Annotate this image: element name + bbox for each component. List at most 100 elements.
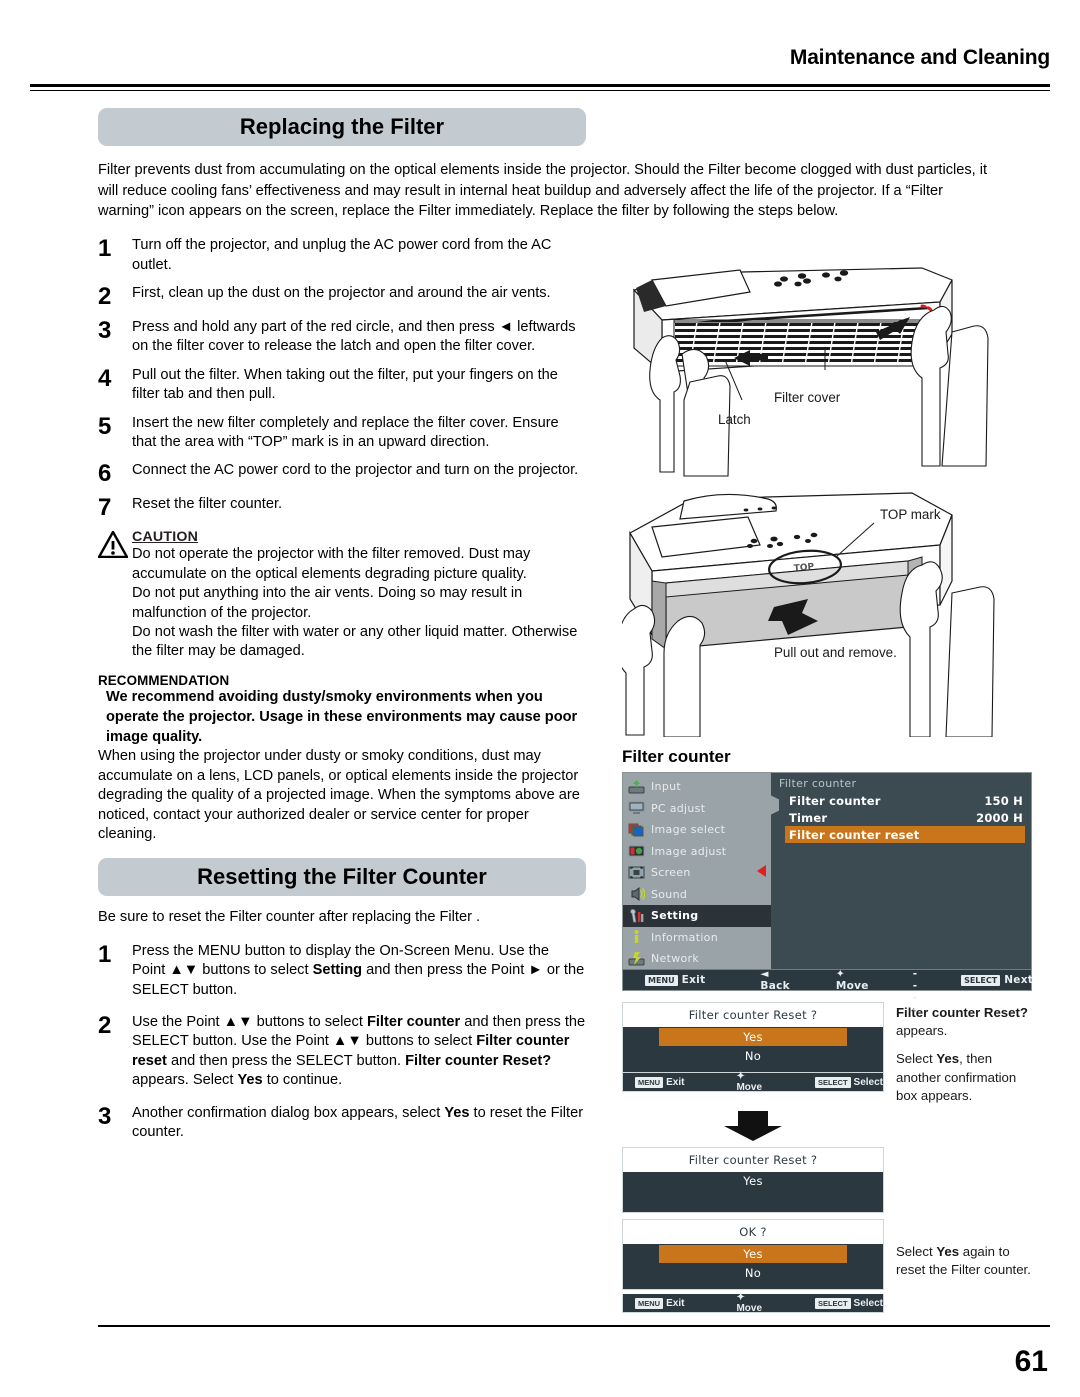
osd-footer-label: ◄ Back xyxy=(760,968,790,992)
recommendation-bold-text: We recommend avoiding dusty/smoky enviro… xyxy=(106,688,578,745)
caution-block: CAUTION Do not operate the projector wit… xyxy=(97,529,586,661)
dialog-option-no[interactable]: No xyxy=(623,1264,883,1282)
note-emphasis: Yes xyxy=(936,1244,960,1260)
label-filter-cover: Filter cover xyxy=(774,390,841,405)
sidebar-item-network[interactable]: Network xyxy=(623,948,771,970)
osd-panel: Filter counter Filter counter 150 H Time… xyxy=(770,773,1031,969)
step-text: Press the MENU button to display the On-… xyxy=(132,942,586,1000)
dialog-footer-move[interactable]: ✦ Move xyxy=(736,1292,773,1314)
caution-line: Do not operate the projector with the fi… xyxy=(132,546,531,582)
step-number: 5 xyxy=(98,412,112,440)
list-item: 6 Connect the AC power cord to the proje… xyxy=(98,461,586,486)
note-text: Select xyxy=(896,1244,937,1260)
label-pull-out-remove: Pull out and remove. xyxy=(774,645,897,660)
sidebar-item-label: Information xyxy=(651,930,718,944)
step-text: First, clean up the dust on the projecto… xyxy=(132,284,551,301)
caution-line: Do not wash the filter with water or any… xyxy=(132,624,578,660)
sidebar-item-information[interactable]: Information xyxy=(623,927,771,949)
monitor-icon xyxy=(628,800,645,816)
osd-footer-move[interactable]: ✦ Move xyxy=(836,968,869,992)
step-text: Connect the AC power cord to the project… xyxy=(132,462,579,479)
ok-confirm-dialog[interactable]: OK ? Yes No xyxy=(622,1219,884,1291)
selection-arrow-icon xyxy=(757,865,766,877)
projector-filter-removal-illustration: TOP TOP mark Pull out and remove. xyxy=(622,489,1046,737)
list-item: 4 Pull out the filter. When taking out t… xyxy=(98,366,586,405)
step-text-emphasis: Setting xyxy=(312,962,363,979)
sidebar-item-setting[interactable]: Setting xyxy=(623,865,771,927)
note-select-yes-again: Select Yes again to reset the Filter cou… xyxy=(896,1147,1038,1313)
right-content-column: Filter cover Latch TOP TOP mark Pull out… xyxy=(622,262,1046,1314)
list-item: 1 Press the MENU button to display the O… xyxy=(98,942,586,1000)
menu-key-badge: MENU xyxy=(635,1076,664,1088)
sidebar-item-screen[interactable]: Screen xyxy=(623,862,771,884)
osd-row-filter-counter-reset[interactable]: Filter counter reset xyxy=(785,826,1025,843)
recommendation-title: RECOMMENDATION xyxy=(98,672,230,688)
sidebar-item-image-adjust[interactable]: Image adjust xyxy=(623,841,771,863)
reset-counter-steps: 1 Press the MENU button to display the O… xyxy=(98,942,586,1143)
dialog-option-no[interactable]: No xyxy=(623,1047,883,1065)
dialog-footer-move[interactable]: ✦ Move xyxy=(736,1071,773,1093)
osd-row-value: 2000 H xyxy=(976,810,1023,825)
osd-footer-label: Exit xyxy=(681,974,706,986)
warning-triangle-icon xyxy=(97,529,132,661)
osd-sidebar: Input PC adjust Image select Image adjus… xyxy=(623,773,771,969)
dialog-footer-exit[interactable]: MENU Exit xyxy=(635,1076,685,1088)
list-item: 3 Another confirmation dialog box appear… xyxy=(98,1104,586,1143)
sidebar-item-input[interactable]: Input xyxy=(623,776,771,798)
page-number: 61 xyxy=(1014,1345,1048,1378)
note-dialog-appears: Filter counter Reset? appears. Select Ye… xyxy=(896,1002,1038,1105)
image-adjust-icon xyxy=(628,843,645,859)
dialog-footer-label: ✦ Move xyxy=(736,1071,762,1093)
filter-counter-reset-dialog[interactable]: Filter counter Reset ? Yes No xyxy=(622,1002,884,1073)
sidebar-item-sound[interactable]: Sound xyxy=(623,884,771,906)
flow-down-arrow xyxy=(622,1111,884,1142)
sidebar-item-label: Image select xyxy=(651,823,726,837)
header-divider-thick xyxy=(30,84,1050,87)
wrench-icon xyxy=(628,908,645,924)
dialog-option-yes[interactable]: Yes xyxy=(659,1245,847,1264)
menu-key-badge: MENU xyxy=(635,1297,664,1309)
sidebar-item-pc-adjust[interactable]: PC adjust xyxy=(623,798,771,820)
dialog-option-yes[interactable]: Yes xyxy=(659,1028,847,1046)
osd-footer-next[interactable]: SELECT Next xyxy=(961,974,1033,986)
osd-row-value: 150 H xyxy=(984,793,1023,808)
osd-row-filter-counter[interactable]: Filter counter 150 H xyxy=(789,792,1023,809)
osd-footer-bar: MENU Exit ◄ Back ✦ Move ▶ - - - - - SELE… xyxy=(623,944,1033,1016)
dialog-footer-select[interactable]: SELECT Select xyxy=(814,1076,883,1088)
select-key-badge: SELECT xyxy=(814,1076,851,1088)
dialog-footer-label: Exit xyxy=(666,1076,685,1088)
dialog-footer-label: Select xyxy=(853,1076,883,1088)
note-text: appears. xyxy=(896,1023,948,1039)
select-key-badge: SELECT xyxy=(814,1297,851,1309)
list-item: 1 Turn off the projector, and unplug the… xyxy=(98,236,586,275)
osd-row-label: Filter counter xyxy=(789,793,881,808)
sidebar-item-label: Image adjust xyxy=(651,844,727,858)
osd-footer-back[interactable]: ◄ Back xyxy=(760,968,789,992)
sidebar-item-label: Sound xyxy=(651,887,688,901)
osd-heading: Filter counter xyxy=(622,747,731,766)
on-screen-menu[interactable]: Input PC adjust Image select Image adjus… xyxy=(622,772,1033,1016)
filter-counter-reset-confirm-dialog[interactable]: Filter counter Reset ? Yes xyxy=(622,1147,884,1214)
osd-panel-notch xyxy=(770,795,779,815)
list-item: 5 Insert the new filter completely and r… xyxy=(98,414,586,453)
dialog-footer-label: Select xyxy=(853,1297,883,1309)
sidebar-item-image-select[interactable]: Image select xyxy=(623,819,771,841)
section-banner-replacing-filter: Replacing the Filter xyxy=(98,108,586,146)
step-number: 1 xyxy=(98,235,112,263)
left-content-column: Replacing the Filter Filter prevents dus… xyxy=(97,108,987,1151)
dialog-footer-select[interactable]: SELECT Select xyxy=(814,1297,883,1309)
select-key-badge: SELECT xyxy=(961,974,1001,986)
sidebar-item-label: Network xyxy=(651,952,700,966)
dialog-option-yes[interactable]: Yes xyxy=(623,1172,883,1190)
osd-row-timer[interactable]: Timer 2000 H xyxy=(789,809,1023,826)
osd-footer-exit[interactable]: MENU Exit xyxy=(645,974,705,986)
dialog-footer-exit[interactable]: MENU Exit xyxy=(635,1297,684,1309)
replace-filter-steps: 1 Turn off the projector, and unplug the… xyxy=(98,236,586,520)
footer-divider xyxy=(98,1325,1050,1327)
step-number: 4 xyxy=(98,364,112,392)
step-text: Another confirmation dialog box appears,… xyxy=(132,1104,584,1141)
step-number: 3 xyxy=(98,1102,112,1130)
sidebar-item-label: Input xyxy=(651,780,681,794)
dialog-2-3-row: Filter counter Reset ? Yes OK ? Yes No M… xyxy=(622,1147,1046,1314)
list-item: 2 First, clean up the dust on the projec… xyxy=(98,284,586,309)
